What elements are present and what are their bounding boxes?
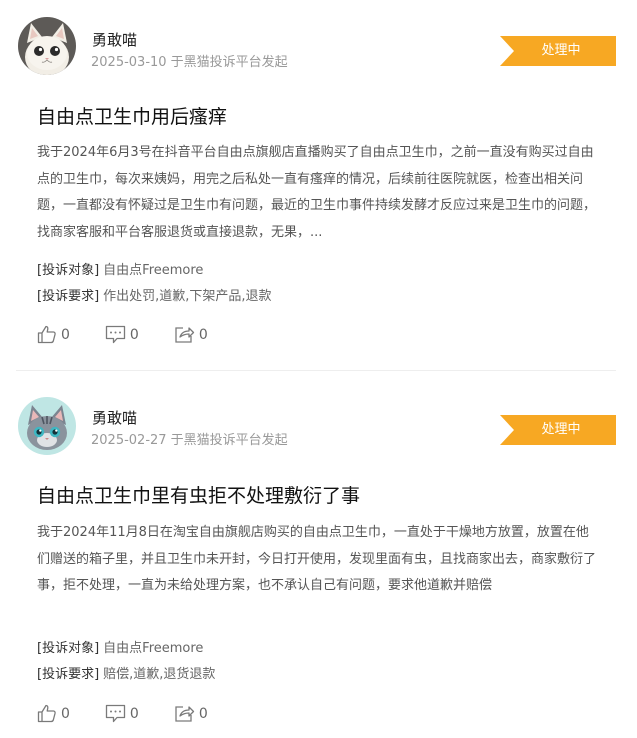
like-button[interactable]: 0 <box>37 704 70 723</box>
complaint-body[interactable]: 我于2024年11月8日在淘宝自由旗舰店购买的自由点卫生巾，一直处于干燥地方放置… <box>37 520 601 600</box>
action-bar: 0 0 0 <box>37 704 243 723</box>
demand-value: 赔偿,道歉,退货退款 <box>103 667 216 682</box>
target-value[interactable]: 自由点Freemore <box>103 263 203 278</box>
like-button[interactable]: 0 <box>37 325 70 344</box>
comment-count: 0 <box>129 705 139 722</box>
target-value[interactable]: 自由点Freemore <box>103 641 203 656</box>
share-button[interactable]: 0 <box>174 704 208 723</box>
share-count: 0 <box>198 326 208 343</box>
comment-count: 0 <box>129 326 139 343</box>
share-icon <box>175 706 194 722</box>
complaint-target: [投诉对象] 自由点Freemore <box>37 637 203 656</box>
thumbs-up-icon <box>37 325 56 344</box>
white-cat-icon <box>18 17 76 75</box>
complaint-body[interactable]: 我于2024年6月3号在抖音平台自由点旗舰店直播购买了自由点卫生巾，之前一直没有… <box>37 140 601 246</box>
like-count: 0 <box>61 705 70 722</box>
gray-cat-icon <box>18 397 76 455</box>
demand-value: 作出处罚,道歉,下架产品,退款 <box>103 289 272 304</box>
complaint-card[interactable]: 勇敢喵 2025-03-10 于黑猫投诉平台发起 处理中 自由点卫生巾用后瘙痒 … <box>0 0 637 371</box>
target-label: [投诉对象] <box>37 263 100 278</box>
share-count: 0 <box>198 705 208 722</box>
complaint-demand: [投诉要求] 赔偿,道歉,退货退款 <box>37 663 215 682</box>
share-icon <box>175 327 194 343</box>
demand-label: [投诉要求] <box>37 289 100 304</box>
like-count: 0 <box>61 326 70 343</box>
comment-icon <box>105 704 126 723</box>
target-label: [投诉对象] <box>37 641 100 656</box>
comment-button[interactable]: 0 <box>105 704 139 723</box>
action-bar: 0 0 0 <box>37 325 243 344</box>
username[interactable]: 勇敢喵 <box>92 29 137 50</box>
comment-button[interactable]: 0 <box>105 325 139 344</box>
complaint-title[interactable]: 自由点卫生巾里有虫拒不处理敷衍了事 <box>37 481 360 508</box>
complaint-card[interactable]: 勇敢喵 2025-02-27 于黑猫投诉平台发起 处理中 自由点卫生巾里有虫拒不… <box>0 370 637 738</box>
share-button[interactable]: 0 <box>174 325 208 344</box>
complaint-demand: [投诉要求] 作出处罚,道歉,下架产品,退款 <box>37 285 272 304</box>
comment-icon <box>105 325 126 344</box>
complaint-target: [投诉对象] 自由点Freemore <box>37 259 203 278</box>
status-badge: 处理中 <box>500 36 616 66</box>
complaint-title[interactable]: 自由点卫生巾用后瘙痒 <box>37 102 227 129</box>
thumbs-up-icon <box>37 704 56 723</box>
username[interactable]: 勇敢喵 <box>92 407 137 428</box>
status-badge: 处理中 <box>500 415 616 445</box>
avatar[interactable] <box>18 17 76 75</box>
post-meta: 2025-02-27 于黑猫投诉平台发起 <box>91 433 288 448</box>
demand-label: [投诉要求] <box>37 667 100 682</box>
post-meta: 2025-03-10 于黑猫投诉平台发起 <box>91 55 288 70</box>
avatar[interactable] <box>18 397 76 455</box>
